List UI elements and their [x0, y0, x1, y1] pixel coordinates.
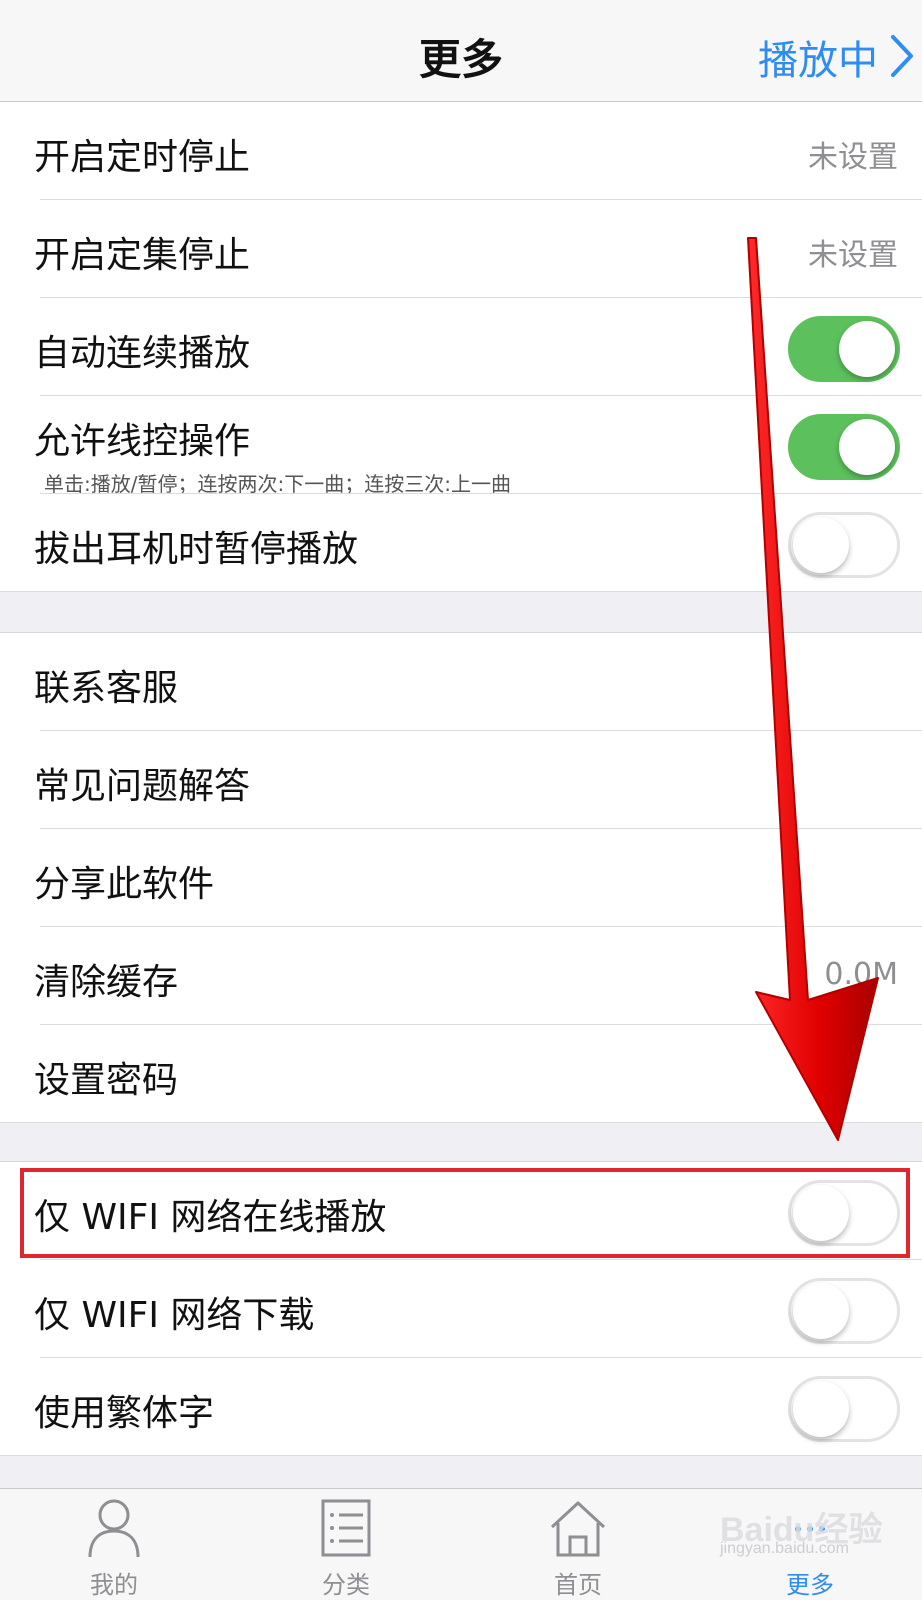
cache-size-value: 0.0M: [824, 957, 898, 992]
set-password-row[interactable]: 设置密码: [0, 1025, 922, 1123]
traditional-chinese-label: 使用繁体字: [34, 1393, 215, 1434]
tab-home[interactable]: 首页: [498, 1489, 658, 1600]
toggle-knob: [793, 1381, 849, 1437]
playback-settings-section: 开启定时停止 未设置 开启定集停止 未设置 自动连续播放 允许线控操作 单击:播…: [0, 102, 922, 592]
toggle-knob: [839, 321, 895, 377]
toggle-knob: [793, 517, 849, 573]
wire-control-row: 允许线控操作 单击:播放/暂停；连按两次:下一曲；连按三次:上一曲: [0, 396, 922, 496]
wifi-only-play-toggle[interactable]: [788, 1180, 900, 1246]
tab-category-label: 分类: [322, 1571, 370, 1599]
auto-play-row: 自动连续播放: [0, 298, 922, 396]
wifi-only-play-label: 仅 WIFI 网络在线播放: [34, 1197, 387, 1238]
headphone-pause-toggle[interactable]: [788, 512, 900, 578]
toggle-knob: [793, 1283, 849, 1339]
faq-row[interactable]: 常见问题解答: [0, 731, 922, 829]
faq-label: 常见问题解答: [34, 766, 251, 807]
traditional-chinese-row: 使用繁体字: [0, 1358, 922, 1456]
wire-control-toggle[interactable]: [788, 414, 900, 480]
navigation-bar: 更多 播放中: [0, 0, 922, 102]
contact-support-label: 联系客服: [34, 668, 179, 709]
wifi-only-download-toggle[interactable]: [788, 1278, 900, 1344]
headphone-pause-label: 拔出耳机时暂停播放: [34, 529, 359, 570]
wire-control-label: 允许线控操作: [34, 421, 251, 462]
wire-control-description: 单击:播放/暂停；连按两次:下一曲；连按三次:上一曲: [44, 472, 511, 496]
tab-mine[interactable]: 我的: [34, 1489, 194, 1600]
episode-stop-row[interactable]: 开启定集停止 未设置: [0, 200, 922, 298]
timer-stop-label: 开启定时停止: [34, 137, 251, 178]
home-icon: [550, 1501, 606, 1557]
wifi-only-download-label: 仅 WIFI 网络下载: [34, 1295, 315, 1336]
contact-support-row[interactable]: 联系客服: [0, 633, 922, 731]
clear-cache-label: 清除缓存: [34, 962, 179, 1003]
timer-stop-value: 未设置: [808, 140, 898, 175]
auto-play-toggle[interactable]: [788, 316, 900, 382]
set-password-label: 设置密码: [34, 1060, 179, 1101]
support-section: 联系客服 常见问题解答 分享此软件 清除缓存 0.0M 设置密码: [0, 632, 922, 1123]
tab-more-label: 更多: [786, 1571, 834, 1599]
tab-bar: 我的 分类 首页 更多: [0, 1488, 922, 1600]
tab-category[interactable]: 分类: [266, 1489, 426, 1600]
toggle-knob: [793, 1185, 849, 1241]
traditional-chinese-toggle[interactable]: [788, 1376, 900, 1442]
wifi-only-download-row: 仅 WIFI 网络下载: [0, 1260, 922, 1358]
headphone-pause-row: 拔出耳机时暂停播放: [0, 494, 922, 592]
tab-more[interactable]: 更多: [730, 1489, 890, 1600]
tab-home-label: 首页: [554, 1571, 602, 1599]
now-playing-label: 播放中: [758, 38, 878, 84]
share-app-row[interactable]: 分享此软件: [0, 829, 922, 927]
now-playing-button[interactable]: 播放中: [758, 28, 913, 86]
network-settings-section: 仅 WIFI 网络在线播放 仅 WIFI 网络下载 使用繁体字: [0, 1161, 922, 1456]
more-icon: [795, 1526, 825, 1532]
episode-stop-value: 未设置: [808, 238, 898, 273]
tab-mine-label: 我的: [90, 1571, 138, 1599]
chevron-right-icon: [891, 35, 913, 77]
share-app-label: 分享此软件: [34, 864, 215, 905]
auto-play-label: 自动连续播放: [34, 333, 251, 374]
person-icon: [88, 1499, 140, 1558]
clear-cache-row[interactable]: 清除缓存 0.0M: [0, 927, 922, 1025]
list-icon: [321, 1499, 371, 1557]
toggle-knob: [839, 419, 895, 475]
timer-stop-row[interactable]: 开启定时停止 未设置: [0, 102, 922, 200]
episode-stop-label: 开启定集停止: [34, 235, 251, 276]
wifi-only-play-row: 仅 WIFI 网络在线播放: [0, 1162, 922, 1260]
